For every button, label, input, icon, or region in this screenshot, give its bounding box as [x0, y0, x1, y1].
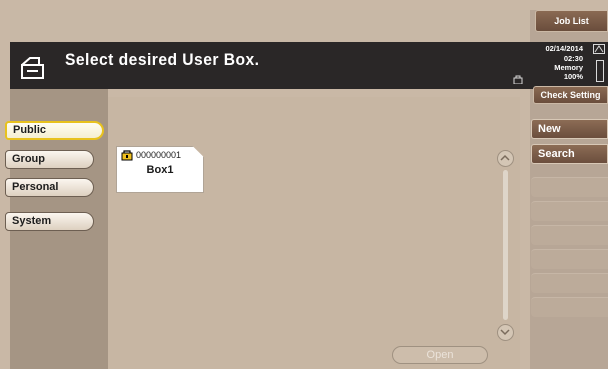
disabled-action-4 — [531, 249, 608, 269]
page-title: Select desired User Box. — [65, 50, 260, 69]
user-box-item[interactable]: 000000001 Box1 — [116, 146, 204, 193]
memory-value: 100% — [563, 72, 583, 81]
lock-icon — [513, 75, 523, 84]
box-number: 000000001 — [136, 150, 182, 160]
status-panel: 02/14/2014 02:30 Memory 100% — [530, 42, 608, 89]
memory-label: Memory — [554, 63, 583, 72]
tab-system[interactable]: System — [5, 212, 94, 231]
chevron-down-icon — [500, 329, 510, 336]
check-setting-button[interactable]: Check Setting — [533, 86, 608, 104]
scroll-down-button[interactable] — [497, 324, 514, 341]
top-strip — [10, 10, 530, 42]
alert-icon — [593, 44, 605, 54]
disabled-action-6 — [531, 297, 608, 317]
box-lock-icon — [121, 150, 133, 161]
box-list-pane — [108, 97, 520, 369]
tab-group[interactable]: Group — [5, 150, 94, 169]
tab-public[interactable]: Public — [5, 121, 104, 140]
memory-gauge-icon — [596, 60, 604, 82]
box-name: Box1 — [146, 164, 174, 176]
disabled-action-2 — [531, 201, 608, 221]
disabled-action-1 — [531, 177, 608, 197]
date-display: 02/14/2014 — [545, 44, 583, 53]
header-bar: Select desired User Box. — [10, 42, 530, 89]
screen: Select desired User Box. Public Group Pe… — [0, 0, 608, 369]
time-display: 02:30 — [563, 54, 583, 63]
user-box-icon — [21, 57, 44, 79]
chevron-up-icon — [500, 154, 510, 161]
tab-personal[interactable]: Personal — [5, 178, 94, 197]
disabled-action-5 — [531, 273, 608, 293]
open-button[interactable]: Open — [392, 346, 488, 364]
scroll-up-button[interactable] — [497, 150, 514, 167]
scrollbar-track[interactable] — [503, 170, 508, 320]
new-button[interactable]: New — [531, 119, 608, 139]
disabled-action-3 — [531, 225, 608, 245]
search-button[interactable]: Search — [531, 144, 608, 164]
job-list-button[interactable]: Job List — [535, 10, 608, 32]
